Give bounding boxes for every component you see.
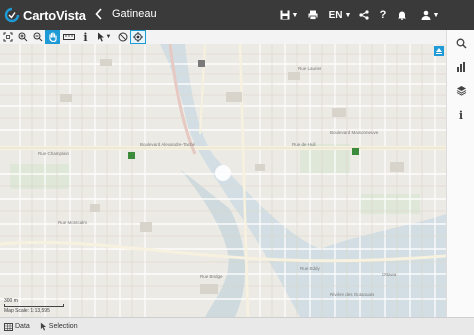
status-bar: Data Selection xyxy=(0,317,474,335)
back-button[interactable] xyxy=(92,7,106,23)
identify-button[interactable]: i xyxy=(78,30,93,44)
map-label-street: Rue Eddy xyxy=(300,266,320,271)
map-canvas[interactable]: Boulevard Alexandre-Taché Rue de Hull Ru… xyxy=(0,44,446,317)
search-button[interactable] xyxy=(454,36,468,50)
cartovista-logo: CartoVista xyxy=(0,0,86,30)
map-label-street: Rue Bridge xyxy=(200,274,223,279)
map-label-street: Rue Montcalm xyxy=(58,220,88,225)
basemap xyxy=(0,44,446,317)
logo-icon xyxy=(4,7,20,23)
map-toolbar: i ▼ xyxy=(0,30,446,44)
scale-bar xyxy=(4,304,64,307)
zoom-in-button[interactable] xyxy=(15,30,30,44)
pan-button[interactable] xyxy=(45,30,60,44)
crosshair-icon xyxy=(133,32,143,42)
map-label-street: Boulevard Maisonneuve xyxy=(330,130,379,135)
chevron-down-icon: ▼ xyxy=(291,11,299,19)
user-menu-button[interactable]: ▼ xyxy=(418,6,442,24)
selection-tab[interactable]: Selection xyxy=(40,322,78,331)
layers-icon xyxy=(456,85,466,96)
zoom-out-icon xyxy=(33,32,42,42)
hand-icon xyxy=(48,32,57,42)
user-icon xyxy=(421,10,431,20)
cursor-icon xyxy=(40,322,46,331)
search-icon xyxy=(456,38,467,49)
collapse-sidebar-button[interactable] xyxy=(434,46,444,56)
map-label-street: Rue Laurier xyxy=(298,66,322,71)
info-button[interactable]: i xyxy=(454,108,468,122)
map-title: Gatineau xyxy=(112,8,157,20)
ruler-icon xyxy=(63,34,75,40)
data-tab-label: Data xyxy=(15,323,30,330)
clear-selection-button[interactable] xyxy=(115,30,130,44)
save-button[interactable]: ▼ xyxy=(278,6,300,24)
chevron-down-icon: ▼ xyxy=(344,11,352,19)
scale-text: Map Scale: 1:13,595 xyxy=(4,308,50,314)
map-label-street: Rue de Hull xyxy=(292,142,316,147)
zoom-out-button[interactable] xyxy=(30,30,45,44)
chevron-down-icon: ▼ xyxy=(105,34,112,40)
info-icon: i xyxy=(83,30,88,44)
info-icon: i xyxy=(458,108,464,122)
charts-button[interactable] xyxy=(454,60,468,74)
share-icon xyxy=(359,10,369,20)
map-label-street: Rue Champlain xyxy=(38,151,70,156)
data-tab[interactable]: Data xyxy=(4,322,30,331)
help-button[interactable]: ? xyxy=(377,6,389,24)
right-sidebar: i xyxy=(446,30,474,317)
chevron-down-icon: ▼ xyxy=(432,11,440,19)
notifications-button[interactable] xyxy=(396,6,408,24)
chevron-left-icon xyxy=(95,8,102,20)
language-label: EN xyxy=(328,9,343,21)
locate-button[interactable] xyxy=(130,30,146,44)
save-icon xyxy=(280,10,290,20)
bell-icon xyxy=(398,11,406,20)
clear-selection-icon xyxy=(118,32,127,42)
full-extent-button[interactable] xyxy=(0,30,15,44)
print-icon xyxy=(308,10,318,20)
app-header: CartoVista Gatineau ▼ EN ▼ ? ▼ xyxy=(0,0,474,30)
selection-tab-label: Selection xyxy=(48,323,78,330)
logo-text: CartoVista xyxy=(23,7,86,23)
layers-button[interactable] xyxy=(454,83,468,97)
question-icon: ? xyxy=(379,9,387,21)
map-label-street: Boulevard Alexandre-Taché xyxy=(140,142,196,147)
select-tool-button[interactable]: ▼ xyxy=(93,30,115,44)
map-scale: 300 m Map Scale: 1:13,595 xyxy=(4,298,64,314)
map-label-water: Rivière des Outaouais xyxy=(330,292,375,297)
bar-chart-icon xyxy=(457,62,465,72)
zoom-in-icon xyxy=(18,32,27,42)
map-label-place: Ottawa xyxy=(382,272,397,277)
print-button[interactable] xyxy=(306,6,320,24)
measure-button[interactable] xyxy=(60,30,78,44)
cursor-icon xyxy=(97,32,104,42)
share-button[interactable] xyxy=(358,6,370,24)
arrow-up-icon xyxy=(436,48,442,54)
full-extent-icon xyxy=(3,32,12,42)
table-icon xyxy=(4,322,13,331)
language-selector[interactable]: EN ▼ xyxy=(327,6,353,24)
